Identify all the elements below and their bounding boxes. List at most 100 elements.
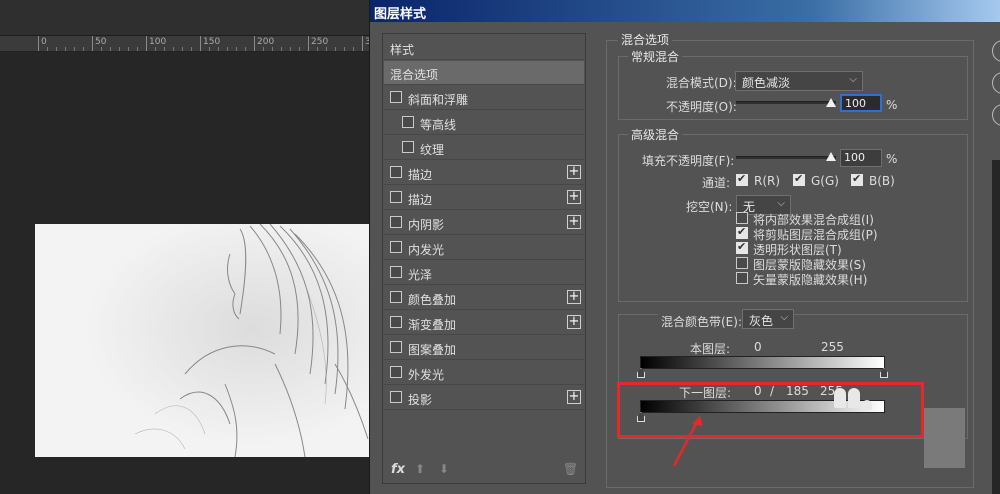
annotation-arrow-icon <box>672 416 703 467</box>
styles-header[interactable]: 样式 <box>384 36 584 60</box>
ruler-tick <box>200 36 201 51</box>
ruler-minor-tick <box>344 47 345 51</box>
style-item-label: 纹理 <box>420 143 445 157</box>
ruler-minor-tick <box>299 47 300 51</box>
ruler-minor-tick <box>119 47 120 51</box>
ruler-minor-tick <box>263 47 264 51</box>
style-item[interactable]: 外发光 <box>384 361 584 385</box>
style-item-checkbox[interactable] <box>390 341 402 353</box>
style-item-label: 描边 <box>408 193 433 207</box>
add-effect-plus-icon[interactable]: + <box>567 315 581 329</box>
ruler-minor-tick <box>56 47 57 51</box>
ruler-minor-tick <box>227 47 228 51</box>
style-item[interactable]: 内阴影 + <box>384 211 584 235</box>
style-item[interactable]: 描边 + <box>384 161 584 185</box>
styles-footer-bar: fx ⬆ ⬇ 🗑 <box>383 456 585 484</box>
ruler-minor-tick <box>335 47 336 51</box>
channel-r-label: R(R) <box>754 174 781 188</box>
opacity-slider[interactable] <box>736 101 836 104</box>
ruler-minor-tick <box>110 47 111 51</box>
this-layer-label: 本图层: <box>690 342 731 356</box>
move-up-icon[interactable]: ⬆ <box>415 462 425 476</box>
style-item-label: 渐变叠加 <box>408 318 457 332</box>
ruler-minor-tick <box>47 47 48 51</box>
add-effect-plus-icon[interactable]: + <box>567 165 581 179</box>
style-item-checkbox[interactable] <box>390 291 402 303</box>
styles-list: 样式 混合选项 斜面和浮雕 等高线 纹理 描边 + 描边 + 内阴影 + 内发光 光泽 颜色叠加 + 渐变叠… <box>382 33 586 484</box>
add-effect-plus-icon[interactable]: + <box>567 390 581 404</box>
advanced-option-checkbox[interactable] <box>736 257 748 269</box>
style-item-checkbox[interactable] <box>390 166 402 178</box>
add-effect-plus-icon[interactable]: + <box>567 215 581 229</box>
style-item[interactable]: 内发光 <box>384 236 584 260</box>
channel-g-checkbox[interactable] <box>793 172 805 186</box>
general-blending-title: 常规混合 <box>628 48 683 65</box>
style-item-checkbox[interactable] <box>390 316 402 328</box>
chevron-down-icon: ⌵ <box>777 198 785 209</box>
ruler-minor-tick <box>83 47 84 51</box>
opacity-label: 不透明度(O): <box>666 100 737 114</box>
opacity-slider-thumb[interactable] <box>826 98 836 107</box>
style-item-checkbox[interactable] <box>390 391 402 403</box>
style-item[interactable]: 图案叠加 <box>384 336 584 360</box>
add-effect-plus-icon[interactable]: + <box>567 190 581 204</box>
fill-opacity-slider-thumb[interactable] <box>826 152 836 161</box>
advanced-option-checkbox[interactable] <box>736 225 748 239</box>
dialog-titlebar: 图层样式 <box>370 0 1000 22</box>
ruler-minor-tick <box>245 47 246 51</box>
move-down-icon[interactable]: ⬇ <box>439 462 449 476</box>
style-item-checkbox[interactable] <box>390 241 402 253</box>
horizontal-ruler: 05010015020025030 <box>0 36 408 52</box>
ruler-label: 100 <box>149 37 167 47</box>
add-effect-plus-icon[interactable]: + <box>567 290 581 304</box>
opacity-unit: % <box>886 98 898 112</box>
opacity-input[interactable]: 100 <box>840 94 882 112</box>
advanced-option-checkbox[interactable] <box>736 272 748 284</box>
style-item-checkbox[interactable] <box>390 266 402 278</box>
sketch-portrait-image <box>35 224 370 457</box>
advanced-blending-title: 高级混合 <box>628 126 683 143</box>
ruler-tick <box>38 36 39 51</box>
style-item-label: 内阴影 <box>408 218 445 232</box>
fill-opacity-label: 填充不透明度(F): <box>642 154 735 168</box>
style-item[interactable]: 纹理 <box>384 136 584 160</box>
fill-opacity-input[interactable]: 100 <box>840 149 882 167</box>
trash-icon[interactable]: 🗑 <box>563 462 578 476</box>
advanced-option-label: 矢量蒙版隐藏效果(H) <box>753 273 868 287</box>
style-item-checkbox[interactable] <box>390 216 402 228</box>
fill-opacity-slider[interactable] <box>736 156 836 159</box>
style-item[interactable]: 等高线 <box>384 111 584 135</box>
style-item[interactable]: 颜色叠加 + <box>384 286 584 310</box>
style-item-checkbox[interactable] <box>402 116 414 128</box>
blend-if-select[interactable]: 灰色 ⌵ <box>742 309 794 329</box>
style-item-checkbox[interactable] <box>390 366 402 378</box>
channels-label: 通道: <box>702 176 731 190</box>
style-item-checkbox[interactable] <box>402 141 414 153</box>
style-item[interactable]: 渐变叠加 + <box>384 311 584 335</box>
highlight-box <box>617 382 924 438</box>
style-item[interactable]: 光泽 <box>384 261 584 285</box>
style-item[interactable]: 描边 + <box>384 186 584 210</box>
ok-button-edge[interactable] <box>992 40 1000 62</box>
style-item[interactable]: 投影 + <box>384 386 584 410</box>
new-style-button-edge[interactable] <box>992 104 1000 126</box>
blend-mode-select[interactable]: 颜色减淡 ⌵ <box>735 71 863 91</box>
style-item-label: 描边 <box>408 168 433 182</box>
style-item-checkbox[interactable] <box>390 191 402 203</box>
style-item-checkbox[interactable] <box>390 91 402 103</box>
advanced-option-checkbox[interactable] <box>736 240 748 254</box>
advanced-option-checkbox[interactable] <box>736 212 748 224</box>
ruler-minor-tick <box>209 47 210 51</box>
cancel-button-edge[interactable] <box>992 72 1000 94</box>
fx-icon[interactable]: fx <box>391 462 405 477</box>
style-item-label: 投影 <box>408 393 433 407</box>
ruler-minor-tick <box>137 47 138 51</box>
style-item[interactable]: 斜面和浮雕 <box>384 86 584 110</box>
channel-b-checkbox[interactable] <box>851 172 863 186</box>
preview-swatch <box>924 408 965 468</box>
chevron-down-icon: ⌵ <box>849 74 857 85</box>
style-item-label: 斜面和浮雕 <box>408 93 469 107</box>
ruler-label: 0 <box>41 37 47 47</box>
channel-r-checkbox[interactable] <box>736 172 748 186</box>
style-item[interactable]: 混合选项 <box>384 61 584 85</box>
